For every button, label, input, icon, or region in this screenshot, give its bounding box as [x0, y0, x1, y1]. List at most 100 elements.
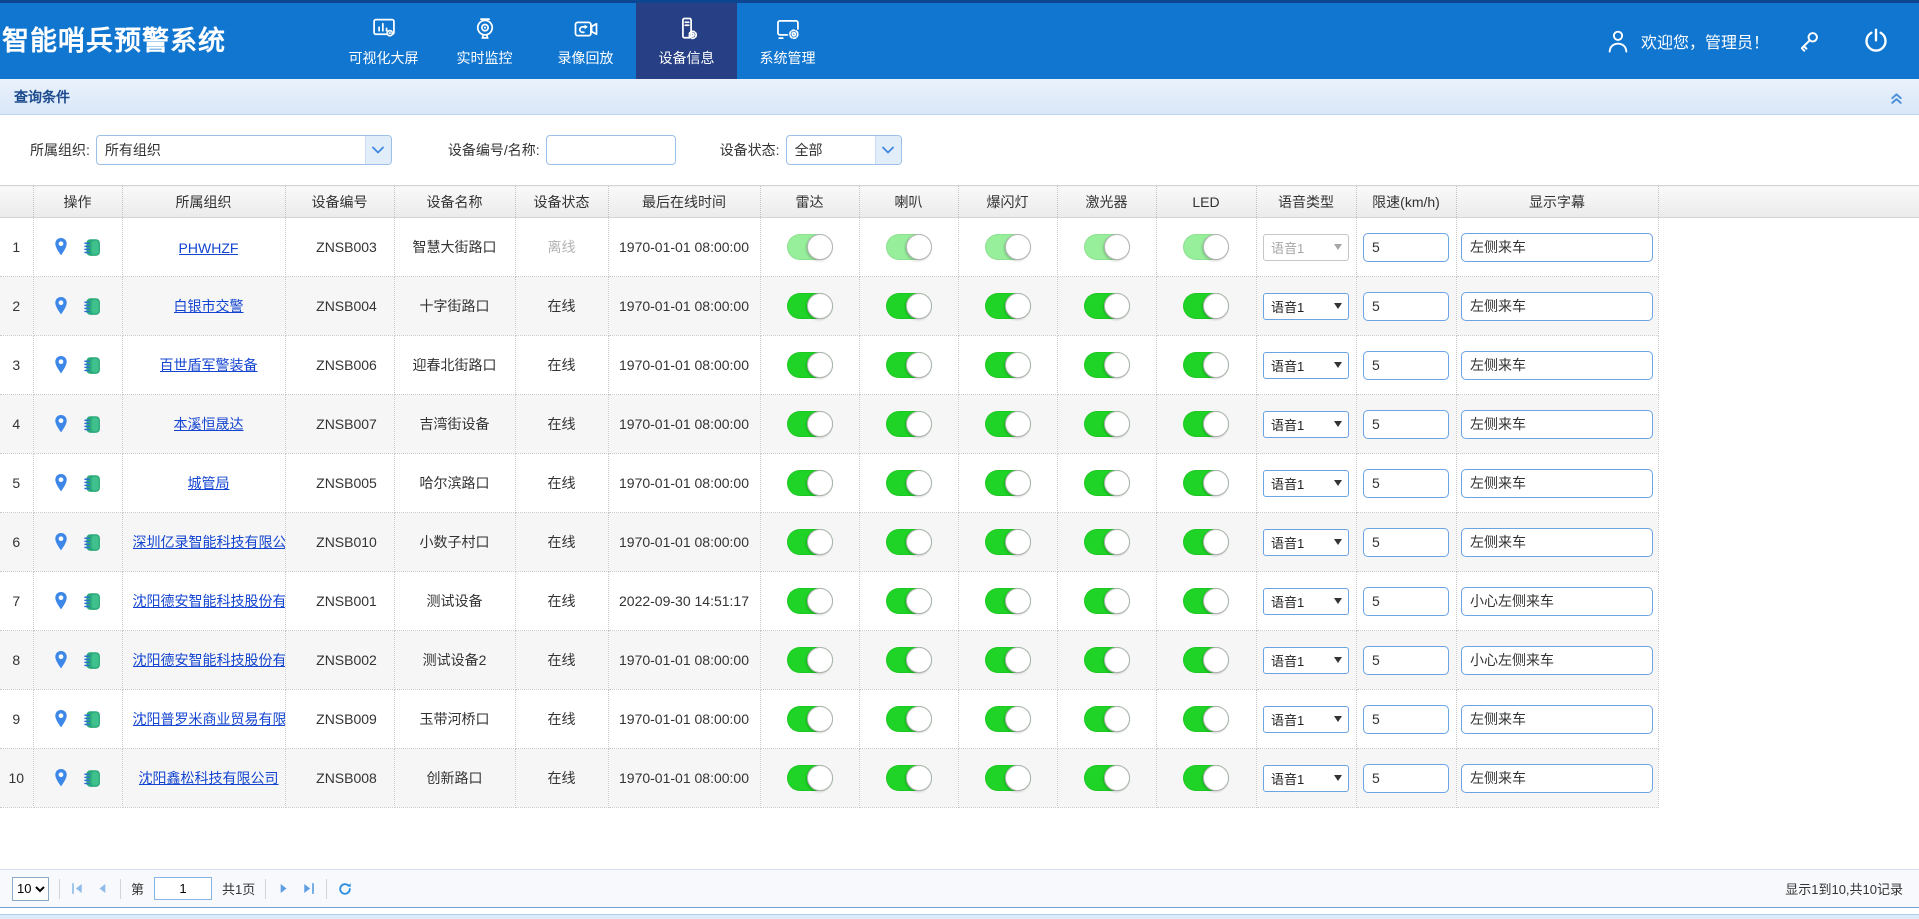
next-page-button[interactable] — [276, 881, 291, 896]
device-log-icon[interactable] — [82, 650, 103, 671]
device-log-icon[interactable] — [82, 237, 103, 258]
horn-toggle[interactable] — [886, 706, 932, 732]
device-log-icon[interactable] — [82, 768, 103, 789]
radar-toggle[interactable] — [787, 234, 833, 260]
speed-limit-input[interactable] — [1363, 587, 1449, 616]
strobe-toggle[interactable] — [985, 647, 1031, 673]
collapse-panel-button[interactable] — [1888, 88, 1905, 105]
led-toggle[interactable] — [1183, 588, 1229, 614]
caption-input[interactable] — [1461, 764, 1653, 793]
strobe-toggle[interactable] — [985, 706, 1031, 732]
device-log-icon[interactable] — [82, 532, 103, 553]
radar-toggle[interactable] — [787, 765, 833, 791]
org-filter-select[interactable]: 所有组织 — [96, 135, 392, 165]
speed-limit-input[interactable] — [1363, 469, 1449, 498]
key-icon[interactable] — [1795, 27, 1823, 55]
voice-type-select[interactable]: 语音1 — [1263, 234, 1349, 261]
laser-toggle[interactable] — [1084, 588, 1130, 614]
led-toggle[interactable] — [1183, 765, 1229, 791]
horn-toggle[interactable] — [886, 765, 932, 791]
device-log-icon[interactable] — [82, 591, 103, 612]
org-link[interactable]: 沈阳德安智能科技股份有 — [133, 650, 286, 670]
device-log-icon[interactable] — [82, 473, 103, 494]
voice-type-select[interactable]: 语音1 — [1263, 588, 1349, 615]
device-log-icon[interactable] — [82, 709, 103, 730]
laser-toggle[interactable] — [1084, 293, 1130, 319]
led-toggle[interactable] — [1183, 706, 1229, 732]
speed-limit-input[interactable] — [1363, 233, 1449, 262]
org-link[interactable]: PHWHZF — [179, 240, 239, 256]
caption-input[interactable] — [1461, 587, 1653, 616]
locate-pin-icon[interactable] — [52, 354, 70, 376]
radar-toggle[interactable] — [787, 588, 833, 614]
org-link[interactable]: 沈阳德安智能科技股份有 — [133, 591, 286, 611]
voice-type-select[interactable]: 语音1 — [1263, 411, 1349, 438]
nav-item-3[interactable]: 录像回放 — [535, 3, 636, 79]
radar-toggle[interactable] — [787, 470, 833, 496]
speed-limit-input[interactable] — [1363, 292, 1449, 321]
caption-input[interactable] — [1461, 233, 1653, 262]
caption-input[interactable] — [1461, 528, 1653, 557]
caption-input[interactable] — [1461, 646, 1653, 675]
voice-type-select[interactable]: 语音1 — [1263, 293, 1349, 320]
org-link[interactable]: 百世盾军警装备 — [160, 355, 258, 375]
strobe-toggle[interactable] — [985, 352, 1031, 378]
caption-input[interactable] — [1461, 410, 1653, 439]
voice-type-select[interactable]: 语音1 — [1263, 765, 1349, 792]
power-icon[interactable] — [1861, 26, 1891, 56]
strobe-toggle[interactable] — [985, 529, 1031, 555]
strobe-toggle[interactable] — [985, 765, 1031, 791]
org-link[interactable]: 白银市交警 — [174, 296, 244, 316]
locate-pin-icon[interactable] — [52, 531, 70, 553]
led-toggle[interactable] — [1183, 529, 1229, 555]
horn-toggle[interactable] — [886, 411, 932, 437]
locate-pin-icon[interactable] — [52, 236, 70, 258]
locate-pin-icon[interactable] — [52, 295, 70, 317]
org-link[interactable]: 深圳亿录智能科技有限公 — [133, 532, 286, 552]
caption-input[interactable] — [1461, 351, 1653, 380]
laser-toggle[interactable] — [1084, 765, 1130, 791]
speed-limit-input[interactable] — [1363, 528, 1449, 557]
strobe-toggle[interactable] — [985, 411, 1031, 437]
locate-pin-icon[interactable] — [52, 472, 70, 494]
laser-toggle[interactable] — [1084, 647, 1130, 673]
voice-type-select[interactable]: 语音1 — [1263, 352, 1349, 379]
radar-toggle[interactable] — [787, 411, 833, 437]
chevron-down-icon[interactable] — [875, 136, 901, 164]
horn-toggle[interactable] — [886, 588, 932, 614]
horn-toggle[interactable] — [886, 470, 932, 496]
speed-limit-input[interactable] — [1363, 351, 1449, 380]
laser-toggle[interactable] — [1084, 234, 1130, 260]
led-toggle[interactable] — [1183, 647, 1229, 673]
voice-type-select[interactable]: 语音1 — [1263, 470, 1349, 497]
org-link[interactable]: 城管局 — [188, 473, 230, 493]
strobe-toggle[interactable] — [985, 293, 1031, 319]
nav-item-2[interactable]: 实时监控 — [434, 3, 535, 79]
led-toggle[interactable] — [1183, 234, 1229, 260]
led-toggle[interactable] — [1183, 470, 1229, 496]
led-toggle[interactable] — [1183, 293, 1229, 319]
laser-toggle[interactable] — [1084, 411, 1130, 437]
device-log-icon[interactable] — [82, 296, 103, 317]
locate-pin-icon[interactable] — [52, 708, 70, 730]
nav-item-1[interactable]: 可视化大屏 — [333, 3, 434, 79]
voice-type-select[interactable]: 语音1 — [1263, 529, 1349, 556]
locate-pin-icon[interactable] — [52, 413, 70, 435]
horn-toggle[interactable] — [886, 234, 932, 260]
caption-input[interactable] — [1461, 292, 1653, 321]
strobe-toggle[interactable] — [985, 470, 1031, 496]
org-link[interactable]: 沈阳鑫松科技有限公司 — [139, 768, 279, 788]
led-toggle[interactable] — [1183, 352, 1229, 378]
laser-toggle[interactable] — [1084, 470, 1130, 496]
caption-input[interactable] — [1461, 705, 1653, 734]
voice-type-select[interactable]: 语音1 — [1263, 647, 1349, 674]
prev-page-button[interactable] — [95, 881, 110, 896]
strobe-toggle[interactable] — [985, 234, 1031, 260]
org-link[interactable]: 沈阳普罗米商业贸易有限 — [133, 709, 286, 729]
locate-pin-icon[interactable] — [52, 767, 70, 789]
locate-pin-icon[interactable] — [52, 649, 70, 671]
laser-toggle[interactable] — [1084, 529, 1130, 555]
nav-item-4[interactable]: 设备信息 — [636, 3, 737, 79]
locate-pin-icon[interactable] — [52, 590, 70, 612]
speed-limit-input[interactable] — [1363, 705, 1449, 734]
